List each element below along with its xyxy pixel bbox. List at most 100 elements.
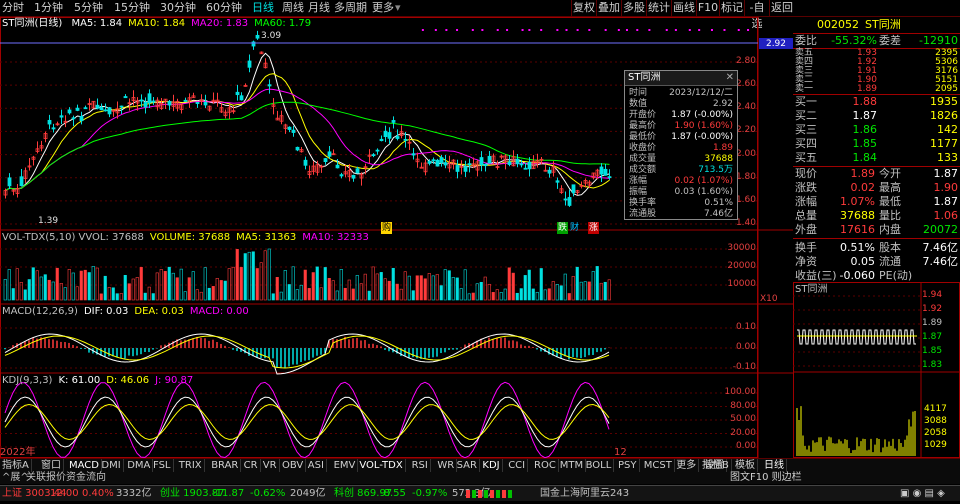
volume-bar <box>383 278 387 301</box>
volume-bar <box>171 272 175 301</box>
indicator-tab[interactable]: ASI <box>306 459 327 473</box>
indicator-tab[interactable]: CR <box>242 459 261 473</box>
stat-row[interactable]: 总量 37688 量比 1.06 <box>793 209 960 223</box>
volume-bar <box>503 288 507 301</box>
stat-row[interactable]: 涨跌 0.02 最高 1.90 <box>793 181 960 195</box>
bid-level[interactable]: 买一 1.88 1935 <box>793 95 960 109</box>
period-tab-daily[interactable]: 日线 <box>252 1 274 15</box>
indicator-tab[interactable]: MTM <box>558 459 587 473</box>
mark-button[interactable]: 标记 <box>719 0 744 16</box>
indicator-tab[interactable]: KDJ <box>480 459 503 473</box>
indicator-tab[interactable]: BRAR <box>209 459 242 473</box>
extra-row[interactable]: 净资 0.05 流通 7.46亿 <box>793 255 960 269</box>
buy-marker[interactable]: 购 <box>381 222 393 234</box>
period-tab-15min[interactable]: 15分钟 <box>114 1 150 15</box>
mini-vol-tick: 2058 <box>924 428 947 438</box>
signal-dot <box>665 29 668 31</box>
stat-row[interactable]: 涨幅 1.07% 最低 1.87 <box>793 195 960 209</box>
bid-level[interactable]: 买四 1.85 1177 <box>793 137 960 151</box>
volume-bar <box>163 271 167 301</box>
fund-flow-tab[interactable]: 资金流向 <box>66 471 106 484</box>
period-tab-fenshi[interactable]: 分时 <box>2 1 24 15</box>
indicator-tab[interactable]: EMV <box>332 459 359 473</box>
ask-level[interactable]: 卖一 1.89 2095 <box>793 85 960 94</box>
indicator-tab[interactable]: CCI <box>506 459 529 473</box>
index-quote-item[interactable]: 3332亿 <box>116 487 151 500</box>
f10-button[interactable]: F10 <box>696 0 719 16</box>
draw-line-button[interactable]: 画线 <box>671 0 696 16</box>
indicator-tab[interactable]: PSY <box>616 459 640 473</box>
index-quote-item[interactable]: -8.55 <box>380 487 406 500</box>
volume-bar <box>243 253 247 301</box>
multi-stock-button[interactable]: 多股 <box>621 0 646 16</box>
drop-marker[interactable]: 跌 <box>557 222 569 234</box>
dropdown-icon[interactable]: ▾ <box>395 1 401 15</box>
period-tab-1min[interactable]: 1分钟 <box>34 1 63 15</box>
indicator-tab[interactable]: ROC <box>532 459 559 473</box>
signal-dot <box>636 29 639 31</box>
period-tab-30min[interactable]: 30分钟 <box>160 1 196 15</box>
indicator-tab[interactable]: RSI <box>410 459 431 473</box>
indicator-tab[interactable]: TRIX <box>177 459 205 473</box>
indicator-tab[interactable]: OBV <box>280 459 307 473</box>
volume-bar <box>167 266 171 301</box>
signal-bar <box>490 490 494 498</box>
period-tab-monthly[interactable]: 月线 <box>308 1 330 15</box>
period-tab-more[interactable]: 更多 <box>372 1 394 15</box>
stats-button[interactable]: 统计 <box>646 0 671 16</box>
back-button[interactable]: 返回 <box>769 0 794 16</box>
indicator-tab[interactable]: SAR <box>455 459 480 473</box>
index-quote-item[interactable]: 12.00 <box>50 487 79 500</box>
indicator-tab[interactable]: DMA <box>125 459 154 473</box>
indicator-tab[interactable]: MCST <box>642 459 675 473</box>
overlay-button[interactable]: 叠加 <box>596 0 621 16</box>
volume-bar <box>95 267 99 301</box>
indicator-tab[interactable]: VOL-TDX <box>357 459 406 473</box>
indicator-tab[interactable]: BOLL <box>584 459 615 473</box>
fuquan-button[interactable]: 复权 <box>571 0 596 16</box>
period-tab-weekly[interactable]: 周线 <box>282 1 304 15</box>
expand-button[interactable]: ^展^ <box>2 471 29 484</box>
index-quote-item[interactable]: 0.40% <box>82 487 114 500</box>
stat-row[interactable]: 现价 1.89 今开 1.87 <box>793 167 960 181</box>
volume-bar <box>515 292 519 301</box>
volume-bar <box>31 267 35 301</box>
indicator-b-tab[interactable]: 指标B <box>700 459 732 473</box>
extra-row[interactable]: 换手 0.51% 股本 7.46亿 <box>793 241 960 255</box>
quote-panel: 002052 ST同洲 委比 -55.32% 委差 -12910 卖五 1.93 2… <box>793 17 960 282</box>
volume-bar <box>99 293 103 301</box>
volume-bar <box>307 288 311 301</box>
extra-row[interactable]: 收益(三) -0.060 PE(动) <box>793 269 960 283</box>
close-icon[interactable]: ✕ <box>726 71 734 85</box>
related-quote-tab[interactable]: 关联报价 <box>26 471 66 484</box>
indicator-tab[interactable]: FSL <box>151 459 174 473</box>
ma-line <box>5 52 610 196</box>
indicator-tab[interactable]: 更多 <box>674 459 700 473</box>
finance-marker[interactable]: 财 <box>570 222 579 234</box>
remove-watchlist-button[interactable]: -自选 <box>744 0 769 30</box>
rise-marker[interactable]: 涨 <box>588 222 600 234</box>
period-tab-5min[interactable]: 5分钟 <box>74 1 103 15</box>
signal-dot <box>565 29 568 31</box>
period-tab-60min[interactable]: 60分钟 <box>206 1 242 15</box>
volume-bar <box>367 290 371 301</box>
indicator-tab[interactable]: VR <box>261 459 280 473</box>
bid-level[interactable]: 买二 1.87 1826 <box>793 109 960 123</box>
index-quote-item[interactable]: -11.87 <box>212 487 244 500</box>
volume-bar <box>23 289 27 301</box>
index-quote-item[interactable]: 2049亿 <box>290 487 325 500</box>
signal-bar <box>496 490 500 498</box>
volume-bar <box>315 266 319 301</box>
candle <box>95 104 100 109</box>
macd-label: MACD: 0.00 <box>189 306 249 317</box>
candle <box>83 107 88 110</box>
index-quote-item[interactable]: -0.62% <box>250 487 285 500</box>
f10-sidebar-toggle[interactable]: 图文F10 则边栏 <box>730 471 802 484</box>
period-tab-multi[interactable]: 多周期 <box>334 1 367 15</box>
index-quote-item[interactable]: -0.97% <box>412 487 447 500</box>
bid-level[interactable]: 买五 1.84 133 <box>793 151 960 165</box>
bid-level[interactable]: 买三 1.86 142 <box>793 123 960 137</box>
stat-row[interactable]: 外盘 17616 内盘 20072 <box>793 223 960 237</box>
top-toolbar: 分时 1分钟 5分钟 15分钟 30分钟 60分钟 日线 周线 月线 多周期 更… <box>0 0 960 30</box>
volume-bar <box>267 248 271 301</box>
